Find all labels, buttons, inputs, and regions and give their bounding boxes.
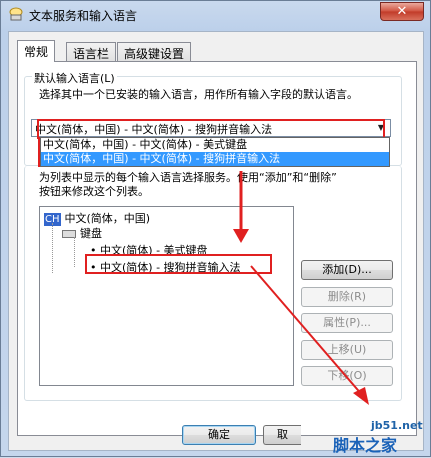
title-bar: 文本服务和输入语言 ✕: [1, 1, 430, 27]
default-language-dropdown: 中文(简体，中国) - 中文(简体) - 美式键盘 中文(简体，中国) - 中文…: [40, 137, 390, 167]
dropdown-option-us-keyboard[interactable]: 中文(简体，中国) - 中文(简体) - 美式键盘: [41, 138, 389, 152]
tree-language-node[interactable]: CH 中文(简体，中国): [44, 210, 150, 226]
window-title: 文本服务和输入语言: [29, 9, 138, 23]
tree-language-label: 中文(简体，中国): [64, 212, 151, 225]
tree-item-label: 中文(简体) - 美式键盘: [100, 244, 208, 257]
tree-item-label: 中文(简体) - 搜狗拼音输入法: [100, 261, 241, 274]
tree-connector: [74, 237, 75, 267]
tab-label: 高级键设置: [124, 47, 185, 61]
watermark-site: jb51.net: [371, 419, 423, 432]
dropdown-option-sogou[interactable]: 中文(简体，中国) - 中文(简体) - 搜狗拼音输入法: [41, 152, 389, 166]
default-language-select-value: 中文(简体，中国) - 中文(简体) - 搜狗拼音输入法: [35, 123, 273, 136]
installed-services-tree[interactable]: CH 中文(简体，中国) 键盘 • 中文(简体) - 美式键盘 • 中文(简体) …: [39, 206, 294, 386]
close-icon: ✕: [396, 4, 408, 19]
tree-item-sogou[interactable]: • 中文(简体) - 搜狗拼音输入法: [90, 259, 241, 275]
tree-keyboard-node[interactable]: 键盘: [62, 225, 102, 241]
bullet-icon: •: [90, 261, 100, 274]
dialog-window: 文本服务和输入语言 ✕ 常规 语言栏 高级键设置 默认输入语言(L) 选择其中一…: [0, 0, 431, 457]
description-line: 按钮来修改这个列表。: [39, 185, 149, 198]
chevron-down-icon[interactable]: ▼: [374, 121, 388, 135]
tab-language-bar[interactable]: 语言栏: [66, 42, 117, 61]
tab-label: 语言栏: [73, 47, 110, 61]
default-language-group-title: 默认输入语言(L): [32, 70, 117, 86]
bullet-icon: •: [90, 244, 100, 257]
keyboard-app-icon: [9, 7, 23, 21]
description-line: 为列表中显示的每个输入语言选择服务。使用“添加”和“删除”: [39, 171, 337, 184]
move-down-button[interactable]: 下移(O): [301, 366, 393, 386]
tab-advanced-keys[interactable]: 高级键设置: [117, 42, 192, 61]
watermark-name: 脚本之家: [333, 436, 398, 455]
tree-keyboard-label: 键盘: [80, 227, 102, 240]
close-button[interactable]: ✕: [380, 2, 424, 21]
installed-services-description: 为列表中显示的每个输入语言选择服务。使用“添加”和“删除” 按钮来修改这个列表。: [39, 171, 399, 199]
tree-item-us-keyboard[interactable]: • 中文(简体) - 美式键盘: [90, 242, 208, 258]
add-button[interactable]: 添加(D)...: [301, 260, 393, 280]
move-up-button[interactable]: 上移(U): [301, 340, 393, 360]
ok-button[interactable]: 确定: [182, 425, 256, 445]
remove-button[interactable]: 删除(R): [301, 287, 393, 307]
cancel-button[interactable]: 取: [263, 425, 301, 445]
default-language-select[interactable]: 中文(简体，中国) - 中文(简体) - 搜狗拼音输入法 ▼: [31, 119, 391, 137]
tab-general[interactable]: 常规: [17, 40, 56, 62]
tab-label: 常规: [24, 45, 49, 59]
tree-connector: [52, 223, 53, 273]
properties-button[interactable]: 属性(P)...: [301, 313, 393, 333]
default-language-description: 选择其中一个已安装的输入语言，用作所有输入字段的默认语言。: [39, 88, 358, 101]
